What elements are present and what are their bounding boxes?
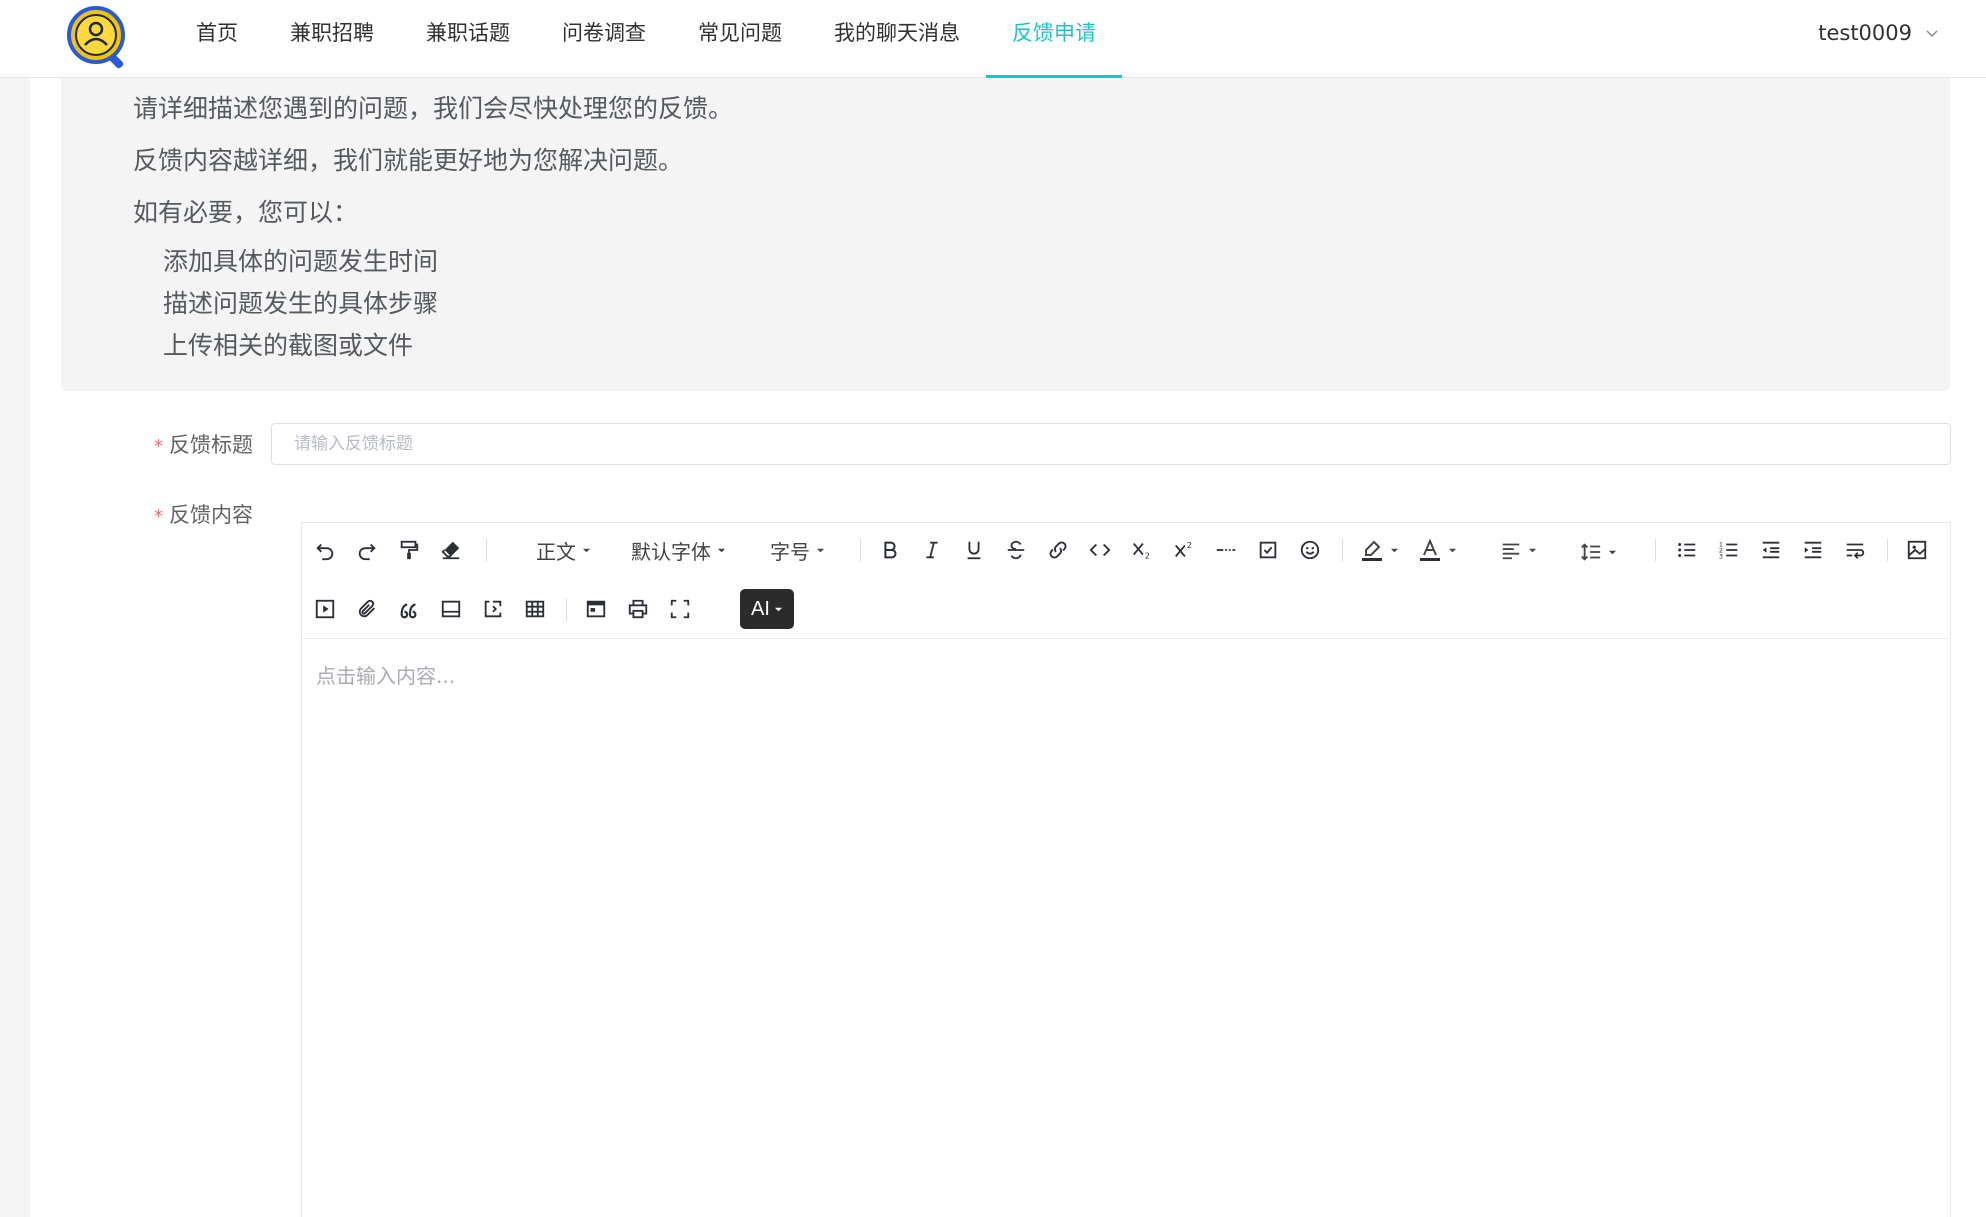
text-align-dropdown[interactable] (1498, 533, 1539, 567)
subscript-icon[interactable]: 2 (1125, 533, 1159, 567)
break-icon[interactable] (1838, 533, 1872, 567)
top-navbar: 首页 兼职招聘 兼职话题 问卷调查 常见问题 我的聊天消息 反馈申请 test0009 (0, 0, 1986, 78)
image-icon[interactable] (1900, 533, 1934, 567)
print-preview-icon[interactable] (579, 592, 613, 626)
caret-down-icon (1608, 550, 1617, 554)
caret-down-icon (1448, 548, 1457, 552)
editor-content-area[interactable]: 点击输入内容... (302, 640, 1950, 1217)
toolbar-separator (1887, 539, 1888, 561)
svg-text:2: 2 (1145, 550, 1150, 560)
required-mark: * (154, 436, 163, 457)
logo-icon[interactable] (64, 3, 132, 71)
clear-format-icon[interactable] (434, 533, 468, 567)
nav-item-2[interactable]: 兼职话题 (400, 0, 536, 78)
emoji-icon[interactable] (1293, 533, 1327, 567)
line-height-dropdown[interactable] (1578, 535, 1619, 569)
feedback-notice: 请详细描述您遇到的问题，我们会尽快处理您的反馈。 反馈内容越详细，我们就能更好地… (61, 78, 1950, 391)
font-color-dropdown[interactable] (1416, 533, 1459, 567)
toolbar-separator (566, 599, 567, 621)
main-nav: 首页 兼职招聘 兼职话题 问卷调查 常见问题 我的聊天消息 反馈申请 (170, 0, 1122, 78)
svg-text:3: 3 (1719, 552, 1723, 560)
notice-tips: 添加具体的问题发生时间 描述问题发生的具体步骤 上传相关的截图或文件 (133, 241, 1950, 367)
outdent-icon[interactable] (1754, 533, 1788, 567)
font-family-dropdown[interactable]: 默认字体 (629, 533, 728, 567)
table-icon[interactable] (518, 592, 552, 626)
video-icon[interactable] (308, 592, 342, 626)
required-mark: * (154, 506, 163, 527)
chevron-down-icon (1926, 30, 1938, 37)
nav-item-1[interactable]: 兼职招聘 (264, 0, 400, 78)
ai-assistant-button[interactable]: AI (740, 589, 794, 629)
username: test0009 (1818, 21, 1912, 45)
content-label: * 反馈内容 (154, 503, 253, 527)
toolbar-separator (860, 539, 861, 561)
task-list-icon[interactable] (1251, 533, 1285, 567)
highlighter-icon (1362, 540, 1382, 561)
nav-item-3[interactable]: 问卷调查 (536, 0, 672, 78)
nav-item-4[interactable]: 常见问题 (672, 0, 808, 78)
nav-item-6[interactable]: 反馈申请 (986, 0, 1122, 78)
caret-down-icon (774, 607, 783, 611)
font-color-icon (1420, 538, 1440, 561)
align-left-icon (1502, 543, 1520, 560)
container-icon[interactable] (434, 592, 468, 626)
caret-down-icon (582, 548, 591, 552)
caret-down-icon (717, 548, 726, 552)
toolbar-separator (1655, 539, 1656, 561)
notice-line: 请详细描述您遇到的问题，我们会尽快处理您的反馈。 (133, 94, 734, 123)
editor-toolbar: 正文 默认字体 字号 2 2 1 2 3 AI (302, 523, 1950, 639)
rich-text-editor: 正文 默认字体 字号 2 2 1 2 3 AI 点击输入内容... (301, 522, 1951, 1217)
bullet-list-icon[interactable] (1670, 533, 1704, 567)
code-block-icon[interactable] (476, 592, 510, 626)
redo-icon[interactable] (350, 533, 384, 567)
undo-icon[interactable] (308, 533, 342, 567)
strikethrough-icon[interactable] (999, 533, 1033, 567)
feedback-title-input[interactable] (271, 423, 1951, 465)
line-height-icon (1581, 543, 1601, 561)
toolbar-separator (486, 539, 487, 561)
bold-icon[interactable] (873, 533, 907, 567)
notice-tip: 添加具体的问题发生时间 (163, 247, 439, 276)
notice-tip: 上传相关的截图或文件 (163, 331, 414, 360)
underline-icon[interactable] (957, 533, 991, 567)
quote-icon[interactable] (392, 592, 426, 626)
link-icon[interactable] (1041, 533, 1075, 567)
svg-text:2: 2 (1187, 540, 1192, 550)
caret-down-icon (816, 548, 825, 552)
user-menu[interactable]: test0009 (1818, 0, 1940, 66)
attachment-icon[interactable] (350, 592, 384, 626)
indent-icon[interactable] (1796, 533, 1830, 567)
notice-line: 如有必要，您可以： (133, 198, 359, 227)
notice-line: 反馈内容越详细，我们就能更好地为您解决问题。 (133, 146, 684, 175)
italic-icon[interactable] (915, 533, 949, 567)
caret-down-icon (1528, 548, 1537, 552)
format-painter-icon[interactable] (392, 533, 426, 567)
paragraph-style-dropdown[interactable]: 正文 (534, 533, 593, 567)
highlight-color-dropdown[interactable] (1358, 533, 1401, 567)
nav-item-5[interactable]: 我的聊天消息 (808, 0, 986, 78)
horizontal-rule-icon[interactable] (1209, 533, 1243, 567)
fullscreen-icon[interactable] (663, 592, 697, 626)
notice-tip: 描述问题发生的具体步骤 (163, 289, 439, 318)
toolbar-separator (1342, 539, 1343, 561)
title-label: * 反馈标题 (154, 433, 253, 457)
editor-placeholder: 点击输入内容... (316, 664, 456, 688)
superscript-icon[interactable]: 2 (1167, 533, 1201, 567)
main-content: 请详细描述您遇到的问题，我们会尽快处理您的反馈。 反馈内容越详细，我们就能更好地… (30, 78, 1986, 1217)
nav-item-0[interactable]: 首页 (170, 0, 264, 78)
font-size-dropdown[interactable]: 字号 (768, 533, 827, 567)
code-icon[interactable] (1083, 533, 1117, 567)
numbered-list-icon[interactable]: 123 (1712, 533, 1746, 567)
print-icon[interactable] (621, 592, 655, 626)
caret-down-icon (1390, 548, 1399, 552)
